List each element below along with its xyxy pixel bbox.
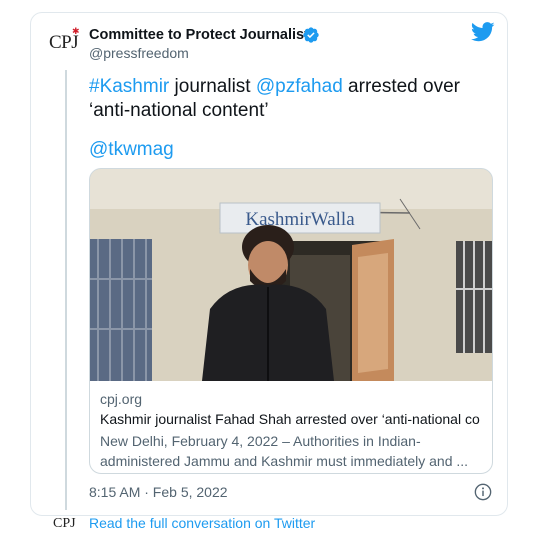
hashtag-link[interactable]: #Kashmir [89,76,169,97]
link-preview-card[interactable]: KashmirWalla cpj.org Kashmir journalist … [89,168,493,474]
link-card-meta: cpj.org Kashmir journalist Fahad Shah ar… [100,391,480,471]
verified-badge-icon [303,27,319,43]
link-title[interactable]: Kashmir journalist Fahad Shah arrested o… [100,411,480,431]
twitter-bird-icon[interactable] [471,22,495,42]
link-domain: cpj.org [100,391,143,407]
mention-link[interactable]: @pzfahad [256,76,343,97]
tweet-timestamp[interactable]: 8:15 AM · Feb 5, 2022 [89,484,228,500]
tweet-text: #Kashmir journalist @pzfahad arrested ov… [89,75,489,123]
author-handle[interactable]: @pressfreedom [89,45,189,61]
info-icon[interactable] [474,483,492,501]
read-conversation-link[interactable]: Read the full conversation on Twitter [89,515,315,531]
author-name[interactable]: Committee to Protect Journalists [89,27,317,43]
mention-link[interactable]: @tkwmag [89,139,174,161]
link-description: New Delhi, February 4, 2022 – Authoritie… [100,433,469,469]
article-photo: KashmirWalla [90,169,492,381]
cpj-star-icon: ✱ [72,26,80,36]
tweet-text-segment: journalist [169,76,256,97]
footer-avatar: CPJ [53,516,76,531]
author-avatar[interactable]: CPJ ✱ [49,26,80,54]
thread-line [65,70,67,510]
